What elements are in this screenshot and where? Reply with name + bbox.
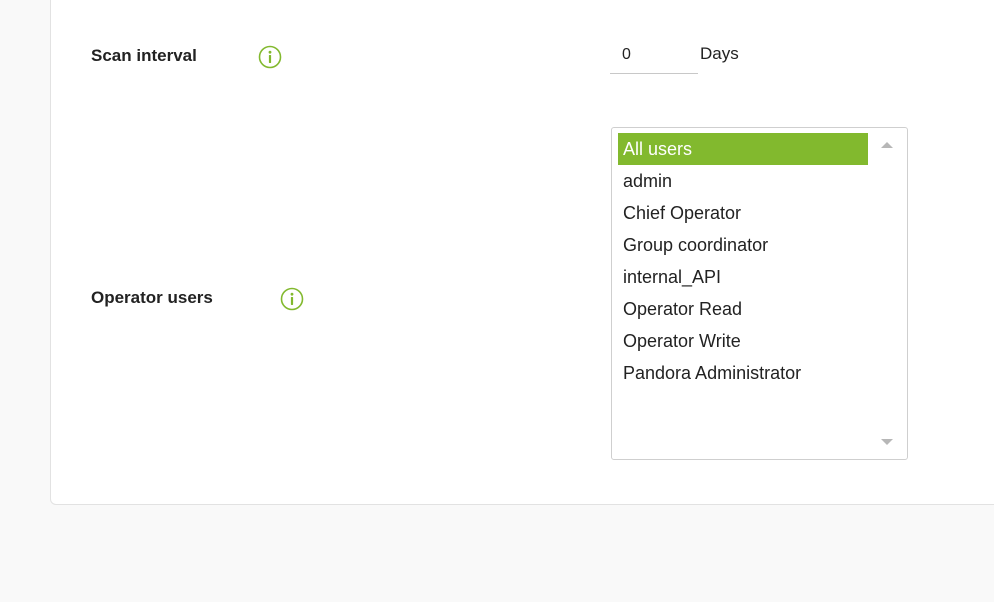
operator-users-options: All users admin Chief Operator Group coordi… xyxy=(618,133,868,389)
operator-users-option[interactable]: Group coordinator xyxy=(618,229,868,261)
scan-interval-unit: Days xyxy=(700,44,739,63)
operator-users-option[interactable]: internal_API xyxy=(618,261,868,293)
scan-interval-info-icon[interactable] xyxy=(258,45,282,69)
operator-users-option[interactable]: Operator Write xyxy=(618,325,868,357)
chevron-down-icon[interactable] xyxy=(881,439,893,445)
listbox-scrollbar[interactable] xyxy=(867,128,907,459)
operator-users-option[interactable]: All users xyxy=(618,133,868,165)
operator-users-select[interactable]: All users admin Chief Operator Group coordi… xyxy=(611,127,908,460)
chevron-up-icon[interactable] xyxy=(881,142,893,148)
operator-users-option[interactable]: Chief Operator xyxy=(618,197,868,229)
operator-users-option[interactable]: admin xyxy=(618,165,868,197)
operator-users-option[interactable]: Operator Read xyxy=(618,293,868,325)
operator-users-label: Operator users xyxy=(91,288,213,307)
operator-users-option[interactable]: Pandora Administrator xyxy=(618,357,868,389)
scan-interval-input[interactable] xyxy=(610,36,698,74)
scan-interval-label: Scan interval xyxy=(91,46,197,65)
operator-users-info-icon[interactable] xyxy=(280,287,304,311)
